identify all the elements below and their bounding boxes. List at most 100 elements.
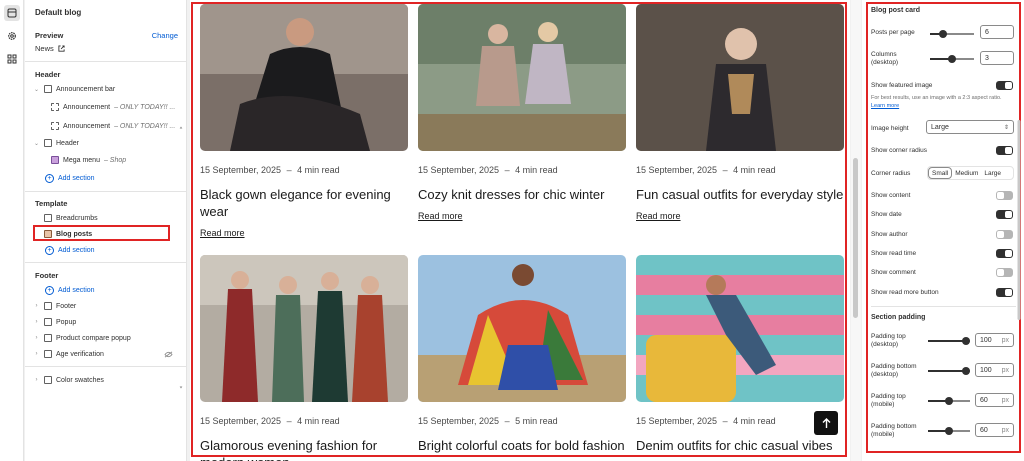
layout-icon[interactable] — [4, 5, 20, 21]
post-title[interactable]: Fun casual outfits for everyday style — [636, 186, 844, 203]
post-image[interactable] — [636, 4, 844, 151]
post-title[interactable]: Denim outfits for chic casual vibes — [636, 437, 844, 454]
show-author-label: Show author — [871, 231, 908, 238]
apps-icon[interactable] — [4, 51, 20, 67]
padding-input[interactable]: 60 px — [975, 393, 1014, 407]
segment-medium[interactable]: Medium — [952, 167, 981, 179]
preview-value[interactable]: News — [35, 44, 65, 53]
padding-label: Padding bottom (desktop) — [871, 363, 917, 378]
slider-knob[interactable] — [961, 367, 970, 375]
divider — [871, 306, 1016, 307]
chevron-down-icon[interactable]: ⌄ — [33, 86, 40, 93]
input-value: 60 — [980, 396, 988, 404]
sidebar-item-footer[interactable]: › Footer — [33, 299, 76, 313]
posts-per-page-input[interactable]: 6 — [980, 25, 1014, 39]
select-chevrons-icon: ⇕ — [1003, 124, 1009, 131]
divider — [25, 61, 187, 62]
chevron-right-icon[interactable]: › — [33, 377, 40, 383]
post-image[interactable] — [418, 255, 626, 402]
segment-large[interactable]: Large — [981, 167, 1004, 179]
show-author-toggle[interactable] — [996, 230, 1013, 239]
sidebar-item-popup[interactable]: › Popup — [33, 315, 76, 329]
scroll-to-top-button[interactable] — [814, 411, 838, 435]
blog-post-card[interactable]: 15 September, 2025 – 4 min read Denim ou… — [636, 255, 844, 454]
padding-top-desktop-slider[interactable] — [928, 337, 970, 345]
sidebar-item-announcement[interactable]: Announcement – ONLY TODAY!! ... — [51, 119, 175, 133]
post-image[interactable] — [636, 255, 844, 402]
show-read-time-toggle[interactable] — [996, 249, 1013, 258]
columns-slider[interactable] — [930, 55, 974, 63]
sidebar-item-announcement-bar[interactable]: ⌄ Announcement bar — [33, 82, 115, 96]
add-section-button[interactable]: + Add section — [45, 171, 95, 185]
sidebar-item-header[interactable]: ⌄ Header — [33, 136, 79, 150]
preview-scrollbar[interactable] — [851, 0, 861, 461]
post-title[interactable]: Black gown elegance for evening wear — [200, 186, 408, 220]
chevron-down-icon[interactable]: ⌄ — [33, 140, 40, 147]
add-section-button[interactable]: + Add section — [45, 243, 95, 257]
block-icon — [51, 122, 59, 130]
blog-post-card[interactable]: 15 September, 2025 – 4 min read Cozy kni… — [418, 4, 626, 224]
padding-top-mobile-slider[interactable] — [928, 397, 970, 405]
help-text: For best results, use an image with a 2:… — [871, 94, 1011, 110]
eye-off-icon[interactable] — [164, 351, 173, 358]
image-height-select[interactable]: Large ⇕ — [926, 120, 1014, 134]
chevron-right-icon[interactable]: › — [33, 335, 40, 341]
padding-input[interactable]: 60 px — [975, 423, 1014, 437]
chevron-right-icon[interactable]: › — [33, 319, 40, 325]
learn-more-link[interactable]: Learn more — [871, 103, 899, 109]
scrollbar-thumb[interactable] — [853, 158, 858, 318]
show-read-more-toggle[interactable] — [996, 288, 1013, 297]
blog-post-card[interactable]: 15 September, 2025 – 4 min read Glamorou… — [200, 255, 408, 461]
read-more-link[interactable]: Read more — [200, 228, 245, 238]
show-corner-radius-toggle[interactable] — [996, 146, 1013, 155]
divider — [25, 262, 187, 263]
post-image[interactable] — [200, 255, 408, 402]
corner-radius-segmented[interactable]: Small Medium Large — [927, 166, 1014, 180]
padding-input[interactable]: 100 px — [975, 363, 1014, 377]
chevron-right-icon[interactable]: › — [33, 303, 40, 309]
add-section-button[interactable]: + Add section — [45, 283, 95, 297]
gear-icon[interactable] — [4, 28, 20, 44]
padding-label: Padding top (desktop) — [871, 333, 906, 348]
show-comment-label: Show comment — [871, 269, 916, 276]
blog-post-card[interactable]: 15 September, 2025 – 4 min read Black go… — [200, 4, 408, 241]
show-date-toggle[interactable] — [996, 210, 1013, 219]
slider-knob[interactable] — [961, 337, 970, 345]
show-featured-image-toggle[interactable] — [996, 81, 1013, 90]
sidebar-item-breadcrumbs[interactable]: Breadcrumbs — [44, 211, 98, 225]
read-more-link[interactable]: Read more — [418, 211, 463, 221]
show-content-toggle[interactable] — [996, 191, 1013, 200]
change-link[interactable]: Change — [152, 31, 178, 40]
sidebar-item-color-swatches[interactable]: › Color swatches — [33, 373, 104, 387]
padding-bottom-desktop-slider[interactable] — [928, 367, 970, 375]
slider-knob[interactable] — [945, 427, 953, 435]
blog-post-card[interactable]: 15 September, 2025 – 5 min read Bright c… — [418, 255, 626, 454]
post-title[interactable]: Glamorous evening fashion for modern wom… — [200, 437, 408, 461]
segment-small[interactable]: Small — [928, 167, 953, 179]
post-date: 15 September, 2025 — [418, 416, 500, 426]
chevron-right-icon[interactable]: › — [33, 351, 40, 357]
columns-input[interactable]: 3 — [980, 51, 1014, 65]
slider-knob[interactable] — [945, 397, 953, 405]
unit-label: px — [1001, 366, 1009, 374]
show-comment-toggle[interactable] — [996, 268, 1013, 277]
post-title[interactable]: Cozy knit dresses for chic winter — [418, 186, 626, 203]
post-image[interactable] — [200, 4, 408, 151]
sidebar-item-age-verification[interactable]: › Age verification — [33, 347, 173, 361]
settings-scrollbar[interactable] — [1017, 10, 1021, 450]
post-title[interactable]: Bright colorful coats for bold fashion — [418, 437, 626, 454]
blog-post-card[interactable]: 15 September, 2025 – 4 min read Fun casu… — [636, 4, 844, 224]
post-image[interactable] — [418, 4, 626, 151]
padding-input[interactable]: 100 px — [975, 333, 1014, 347]
posts-per-page-slider[interactable] — [930, 30, 974, 38]
sidebar-item-product-compare-popup[interactable]: › Product compare popup — [33, 331, 131, 345]
read-more-link[interactable]: Read more — [636, 211, 681, 221]
sidebar-item-mega-menu[interactable]: Mega menu – Shop — [51, 153, 126, 167]
sidebar-scrollbar[interactable] — [179, 60, 183, 455]
plus-circle-icon: + — [45, 285, 54, 295]
post-date: 15 September, 2025 — [200, 165, 282, 175]
padding-bottom-mobile-slider[interactable] — [928, 427, 970, 435]
sidebar-item-announcement[interactable]: Announcement – ONLY TODAY!! ... — [51, 100, 175, 114]
section-icon — [44, 376, 52, 384]
slider-knob[interactable] — [948, 55, 956, 63]
